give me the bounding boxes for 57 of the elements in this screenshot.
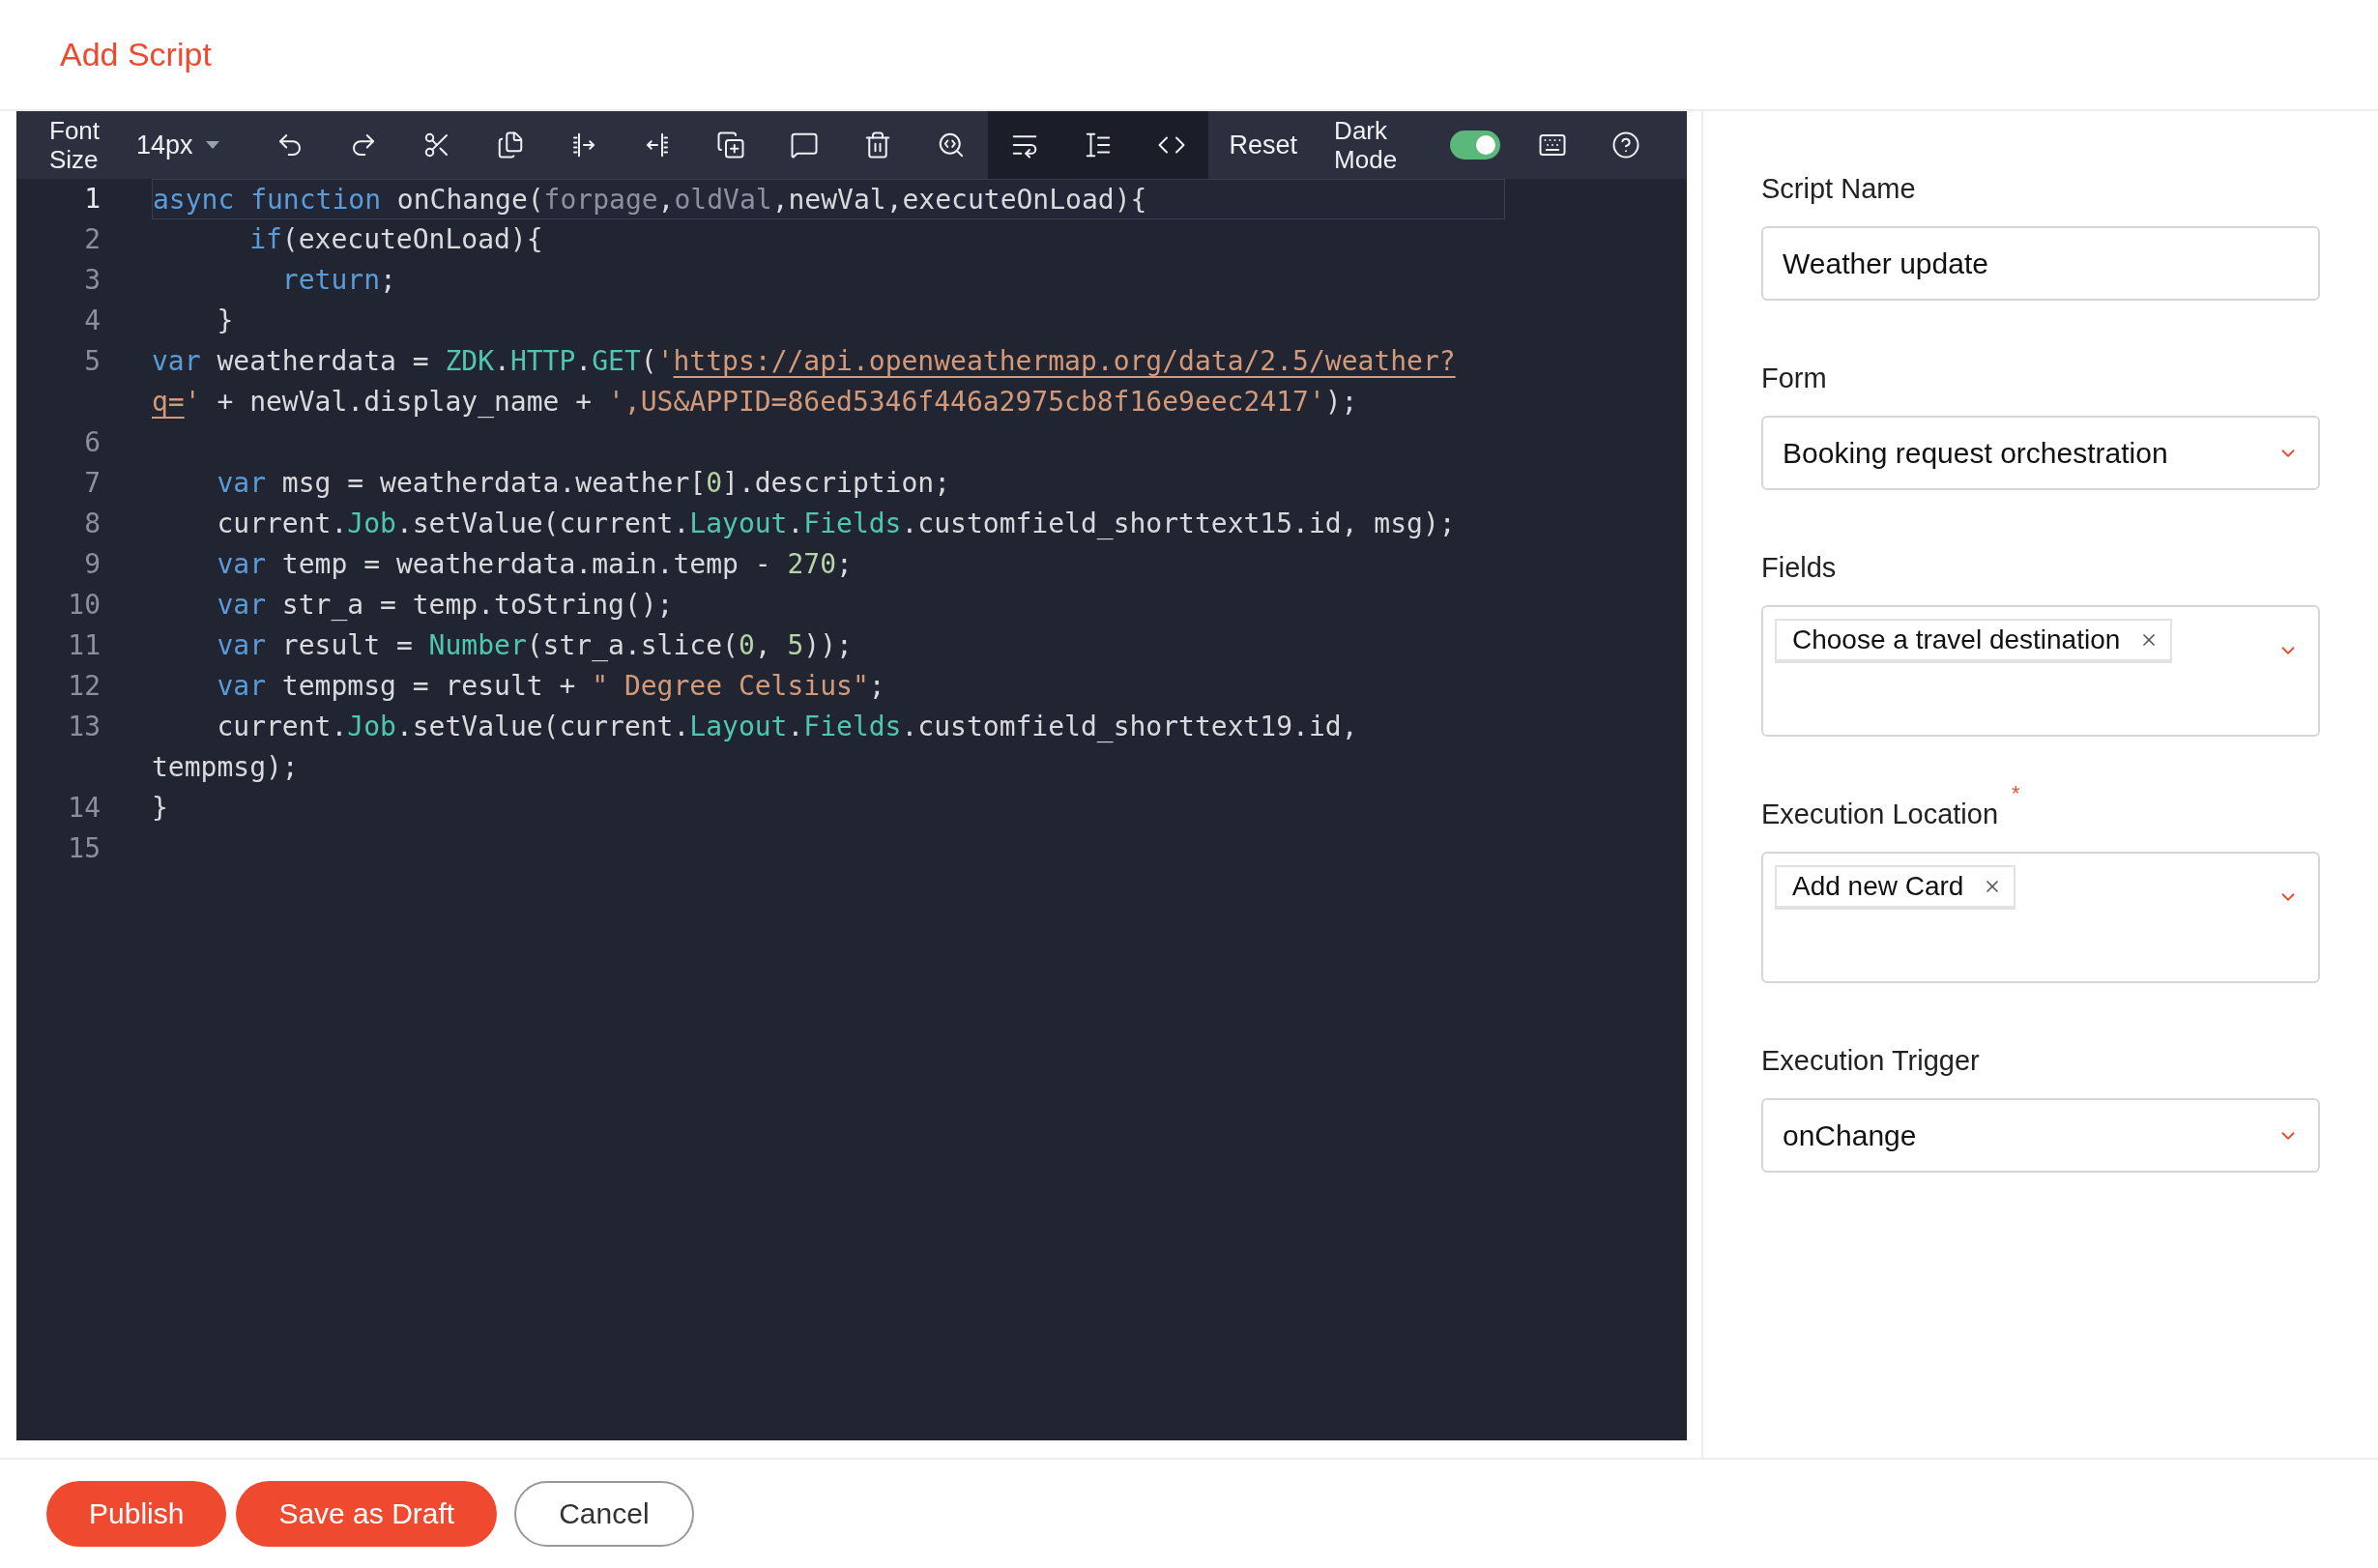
duplicate-icon	[715, 131, 745, 160]
code-line: return;	[280, 263, 396, 298]
line-number: 2	[83, 222, 101, 257]
code-line: var tempmsg = result + " Degree Celsius";	[216, 669, 885, 704]
tag-label: Add new Card	[1792, 871, 1964, 902]
line-number: 12	[67, 669, 101, 704]
code-line: current.Job.setValue(current.Layout.Fields.customfield_shorttext15.id, msg);	[216, 507, 1456, 541]
code-line: q=' + newVal.display_name + ',US&APPID=86ed5346f446a2975cb8f16e9eec2417');	[152, 385, 1358, 420]
code-line: var result = Number(str_a.slice(0, 5));	[216, 628, 853, 663]
field-label: Execution Trigger	[1761, 1044, 1980, 1077]
reset-button[interactable]: Reset	[1217, 111, 1310, 179]
line-number: 15	[67, 831, 101, 866]
code-line: var msg = weatherdata.weather[0].description;	[216, 466, 951, 501]
font-size-dropdown[interactable]: 14px	[125, 111, 232, 179]
wrap-text-button[interactable]	[987, 111, 1061, 179]
line-number: 3	[83, 263, 101, 298]
primary-button[interactable]: Save as Draft	[236, 1481, 498, 1547]
line-number: 4	[83, 304, 101, 338]
code-button[interactable]	[1134, 111, 1208, 179]
dark-mode-toggle[interactable]	[1450, 131, 1501, 160]
code-line: current.Job.setValue(current.Layout.Fields.customfield_shorttext19.id,	[216, 710, 1358, 744]
code-line: var temp = weatherdata.main.temp - 270;	[216, 547, 853, 582]
line-number: 7	[83, 466, 101, 501]
line-number: 10	[67, 588, 101, 623]
select-field[interactable]: Booking request orchestration	[1761, 416, 2320, 490]
page-title: Add Script	[60, 36, 212, 73]
code-line: var weatherdata = ZDK.HTTP.GET('https://api.openweathermap.org/data/2.5/weather?	[152, 344, 1456, 379]
line-number: 11	[67, 628, 101, 663]
line-number: 13	[67, 710, 101, 744]
field-label: Script Name	[1761, 172, 1916, 205]
code-line: }	[152, 791, 168, 826]
code-line: var str_a = temp.toString();	[216, 588, 674, 623]
line-number: 8	[83, 507, 101, 541]
secondary-button[interactable]: Cancel	[514, 1481, 694, 1547]
help-icon	[1611, 131, 1641, 160]
tag-label: Choose a travel destination	[1792, 624, 2121, 655]
line-number: 14	[67, 791, 101, 826]
caret-icon	[204, 140, 220, 150]
line-number: 1	[83, 182, 101, 217]
line-number: 6	[83, 425, 101, 460]
primary-button[interactable]: Publish	[46, 1481, 227, 1547]
script-name-input[interactable]: Weather update	[1761, 226, 2320, 301]
code-line: tempmsg);	[152, 750, 299, 785]
code-line: if(executeOnLoad){	[248, 222, 543, 257]
multi-select-field[interactable]: Add new Card	[1761, 852, 2320, 983]
dark-mode-label: Dark Mode	[1334, 116, 1399, 174]
required-mark: *	[2012, 781, 2020, 806]
multi-select-field[interactable]: Choose a travel destination	[1761, 605, 2320, 737]
select-field[interactable]: onChange	[1761, 1098, 2320, 1173]
field-label: Execution Location	[1761, 798, 1999, 830]
field-label: Form	[1761, 362, 1827, 394]
field-label: Fields	[1761, 551, 1837, 584]
code-line: }	[216, 304, 234, 338]
line-number: 9	[83, 547, 101, 582]
comment-icon	[789, 131, 819, 160]
font-size-label: Font Size	[49, 116, 102, 174]
line-number: 5	[83, 344, 101, 379]
